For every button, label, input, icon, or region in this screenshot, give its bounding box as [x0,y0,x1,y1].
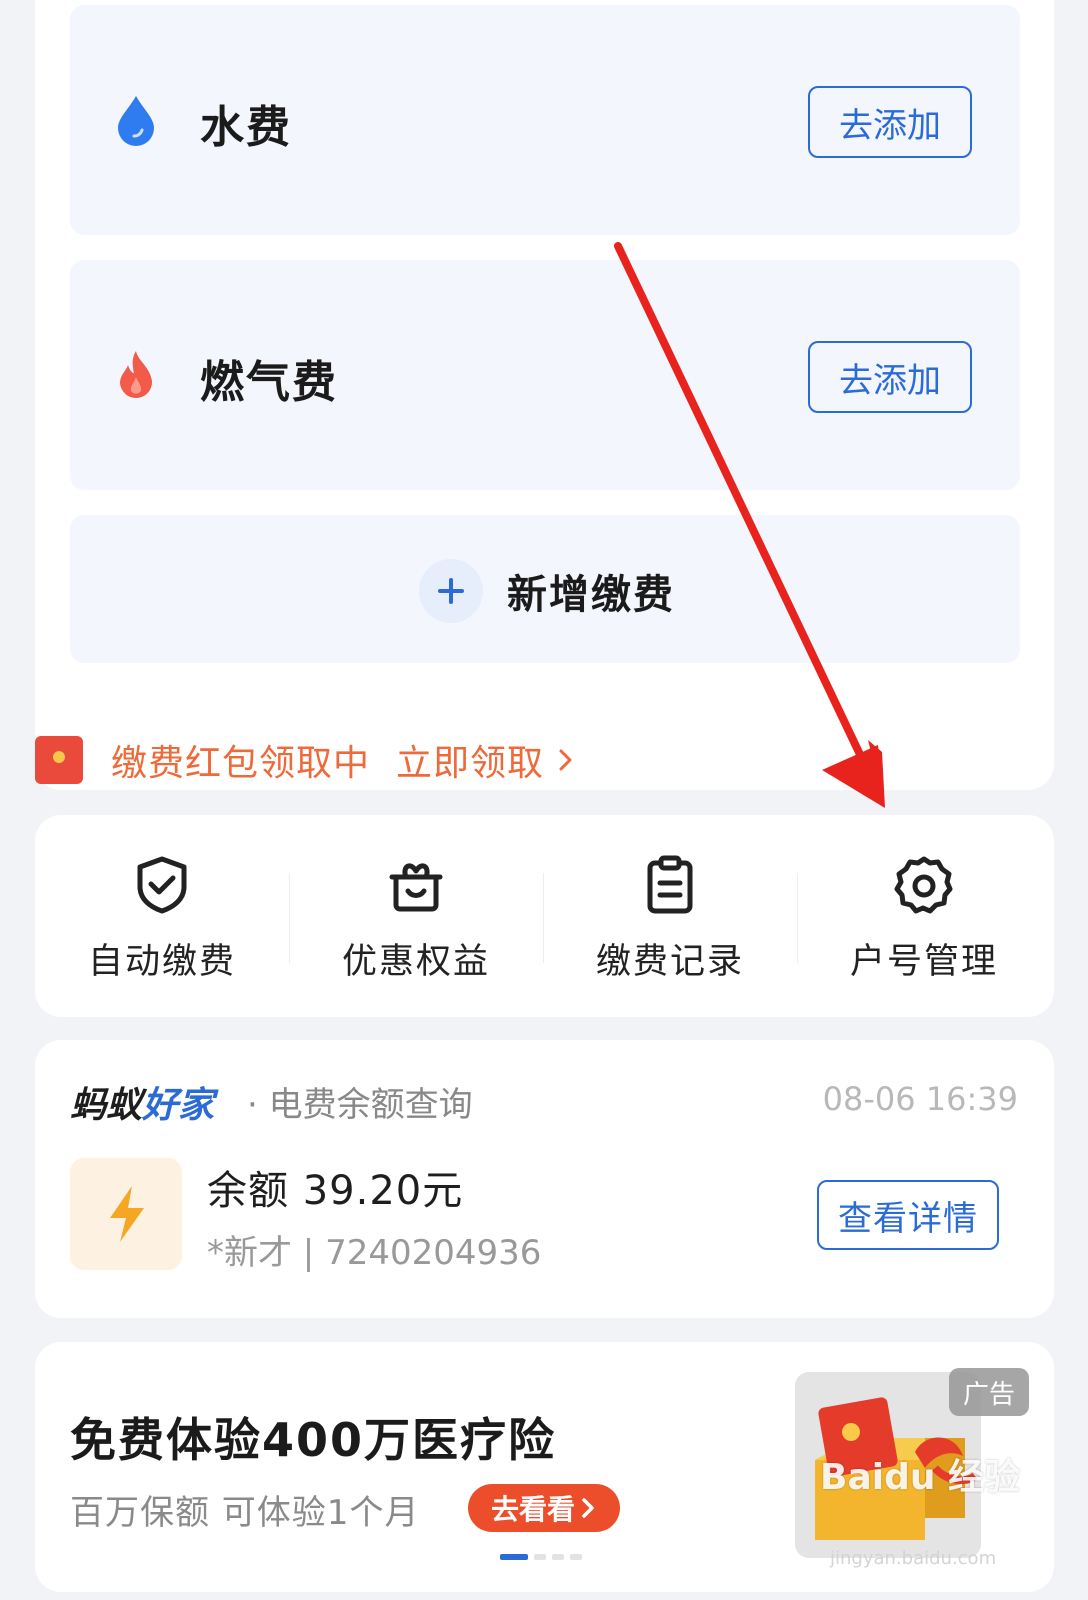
ad-tag: 广告 [949,1368,1029,1416]
menu-label: 缴费记录 [595,942,744,982]
red-packet-icon [35,736,83,784]
water-drop-icon [118,96,154,146]
baidu-watermark: Baidu 经验 [820,1457,1021,1498]
gift-icon [389,863,443,912]
ad-cta-button[interactable]: 去看看 [468,1484,620,1532]
shield-check-icon [137,856,187,914]
watermark-url: jingyan.baidu.com [830,1548,997,1569]
timestamp: 08-06 16:39 [822,1080,1018,1118]
balance-subtitle: · 电费余额查询 [247,1085,473,1125]
lightning-icon [70,1158,182,1270]
carousel-indicator [500,1554,582,1560]
menu-label: 户号管理 [849,942,998,982]
promo-claim-link[interactable]: 立即领取 [396,734,578,786]
view-details-button[interactable]: 查看详情 [817,1180,999,1250]
clipboard-icon [647,855,693,914]
bills-card: 水费 去添加 燃气费 去添加 新增缴费 [35,0,1054,790]
add-payment-label: 新增缴费 [507,572,675,618]
add-gas-button[interactable]: 去添加 [808,341,972,413]
balance-card[interactable]: 蚂蚁好家 · 电费余额查询 08-06 16:39 余额 39.20元 *新才 … [35,1040,1054,1318]
chevron-right-icon [559,749,572,771]
promo-link-label: 立即领取 [396,743,545,784]
menu-account-management[interactable]: 户号管理 [797,815,1051,1017]
bill-name: 燃气费 [200,357,338,408]
account-number: *新才 | 7240204936 [207,1233,542,1273]
chevron-right-icon [582,1498,594,1518]
add-payment-button[interactable]: 新增缴费 [70,515,1020,663]
brand-logo: 蚂蚁好家 [70,1085,215,1126]
menu-label: 自动缴费 [87,942,236,982]
quick-menu-card: 自动缴费 优惠权益 缴费记录 户号管理 [35,815,1054,1017]
promo-text: 缴费红包领取中 [111,743,371,784]
promo-banner: 缴费红包领取中 立即领取 [35,735,578,785]
menu-benefits[interactable]: 优惠权益 [289,815,543,1017]
menu-label: 优惠权益 [341,942,490,982]
ad-subtitle: 百万保额 可体验1个月 [70,1493,420,1533]
menu-auto-pay[interactable]: 自动缴费 [35,815,289,1017]
balance-amount: 余额 39.20元 [207,1168,464,1214]
gear-icon [894,856,953,914]
water-bill-row[interactable]: 水费 去添加 [70,5,1020,235]
add-water-button[interactable]: 去添加 [808,86,972,158]
plus-icon [419,559,483,623]
menu-payment-records[interactable]: 缴费记录 [543,815,797,1017]
bill-name: 水费 [200,102,292,153]
flame-icon [120,351,153,399]
gas-bill-row[interactable]: 燃气费 去添加 [70,260,1020,490]
ad-title: 免费体验400万医疗险 [70,1413,557,1467]
